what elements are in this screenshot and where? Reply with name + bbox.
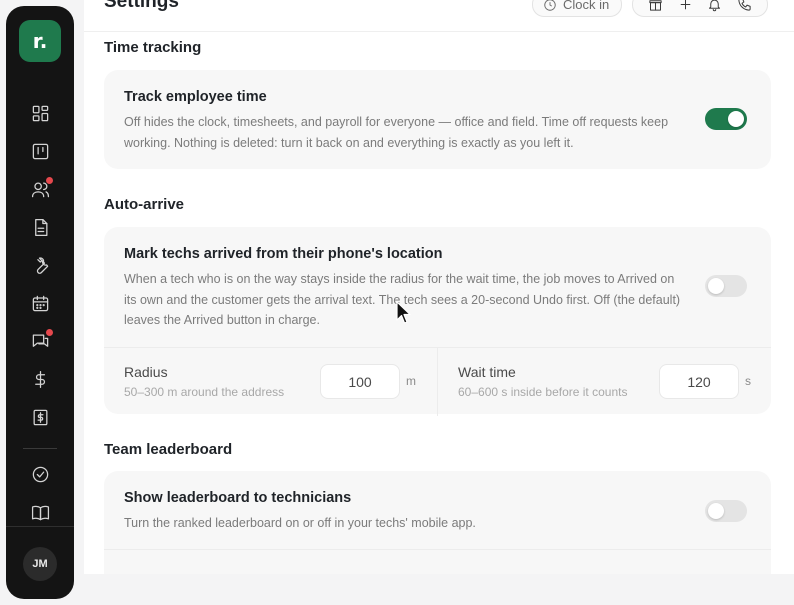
team-leaderboard-card: Show leaderboard to technicians Turn the…	[104, 471, 771, 574]
page-title: Settings	[104, 0, 179, 12]
radius-label: Radius	[124, 364, 168, 380]
auto-arrive-toggle[interactable]	[705, 275, 747, 297]
radius-setting: Radius 50–300 m around the address m	[104, 348, 437, 416]
wait-time-setting: Wait time 60–600 s inside before it coun…	[437, 348, 771, 416]
show-leaderboard-toggle[interactable]	[705, 500, 747, 522]
toggle-knob	[728, 111, 744, 127]
section-title-time-tracking: Time tracking	[104, 39, 202, 56]
section-title-team-leaderboard: Team leaderboard	[104, 441, 233, 458]
sidebar-item-payments[interactable]	[23, 360, 57, 398]
notification-badge	[45, 328, 54, 337]
wait-time-input[interactable]	[659, 364, 739, 399]
document-icon	[34, 218, 47, 236]
sidebar-divider	[23, 448, 57, 449]
sidebar: r. JM	[6, 6, 74, 599]
book-icon	[31, 505, 49, 520]
auto-arrive-options: Radius 50–300 m around the address m Wai…	[104, 347, 771, 416]
bell-icon[interactable]	[707, 0, 722, 12]
sidebar-item-documents[interactable]	[23, 208, 57, 246]
wait-time-hint: 60–600 s inside before it counts	[458, 385, 628, 399]
header-actions	[632, 0, 768, 17]
dashboard-icon	[32, 105, 48, 121]
plus-icon[interactable]	[678, 0, 693, 12]
track-employee-time-toggle[interactable]	[705, 108, 747, 130]
clock-in-label: Clock in	[563, 0, 610, 12]
setting-title: Show leaderboard to technicians	[124, 490, 352, 506]
radius-unit: m	[406, 374, 416, 388]
mouse-cursor-icon	[396, 301, 411, 324]
sidebar-item-calendar[interactable]	[23, 284, 57, 322]
toggle-knob	[708, 503, 724, 519]
radius-input[interactable]	[320, 364, 400, 399]
time-tracking-card: Track employee time Off hides the clock,…	[104, 70, 771, 169]
calendar-icon	[32, 295, 48, 311]
setting-title: Mark techs arrived from their phone's lo…	[124, 246, 443, 262]
wrench-icon	[36, 256, 48, 274]
card-divider	[104, 549, 771, 550]
setting-description: Turn the ranked leaderboard on or off in…	[124, 516, 476, 530]
sidebar-item-board[interactable]	[23, 132, 57, 170]
user-avatar[interactable]: JM	[23, 547, 57, 581]
wait-time-unit: s	[745, 374, 751, 388]
section-title-auto-arrive: Auto-arrive	[104, 196, 185, 213]
setting-title: Track employee time	[124, 89, 267, 105]
sidebar-divider	[6, 526, 74, 527]
sidebar-item-invoices[interactable]	[23, 398, 57, 436]
invoice-icon	[33, 409, 47, 425]
radius-hint: 50–300 m around the address	[124, 385, 285, 399]
wait-time-label: Wait time	[458, 364, 516, 380]
auto-arrive-card: Mark techs arrived from their phone's lo…	[104, 227, 771, 416]
top-bar: Settings Clock in	[84, 0, 794, 32]
sidebar-nav	[23, 94, 57, 531]
gift-icon[interactable]	[648, 0, 663, 12]
sidebar-item-team[interactable]	[23, 170, 57, 208]
clock-in-button[interactable]: Clock in	[532, 0, 623, 17]
sidebar-item-messages[interactable]	[23, 322, 57, 360]
phone-icon[interactable]	[737, 0, 752, 12]
notification-badge	[45, 176, 54, 185]
dollar-icon	[34, 370, 45, 388]
sidebar-item-jobs[interactable]	[23, 246, 57, 284]
app-logo[interactable]: r.	[19, 20, 61, 62]
setting-description: Off hides the clock, timesheets, and pay…	[124, 115, 669, 150]
toggle-knob	[708, 278, 724, 294]
clock-icon	[544, 0, 556, 11]
board-icon	[32, 143, 48, 159]
sidebar-item-tasks[interactable]	[23, 455, 57, 493]
sidebar-item-dashboard[interactable]	[23, 94, 57, 132]
check-circle-icon	[32, 466, 48, 482]
settings-page: Settings Clock in Time tracking Track em…	[84, 0, 794, 574]
